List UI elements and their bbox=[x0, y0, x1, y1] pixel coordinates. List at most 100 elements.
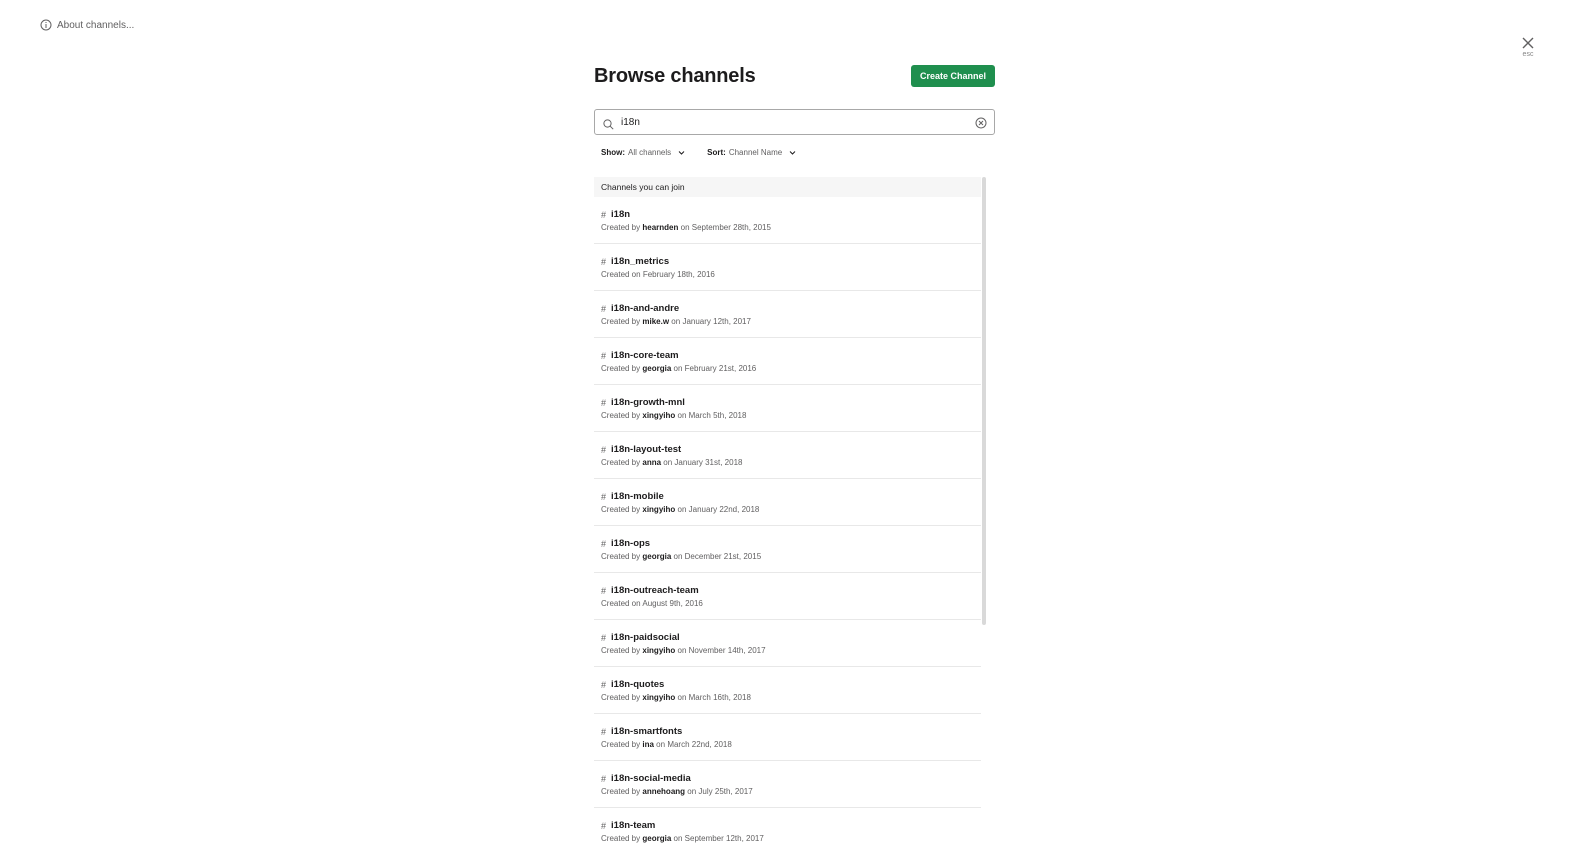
channel-creator: xingyiho bbox=[642, 505, 676, 514]
channel-date: March 5th, 2018 bbox=[688, 411, 747, 420]
show-filter-value: All channels bbox=[628, 147, 672, 157]
channel-meta: Created by georgia on December 21st, 201… bbox=[601, 552, 974, 561]
create-channel-button[interactable]: Create Channel bbox=[910, 65, 995, 87]
channel-date: August 9th, 2016 bbox=[642, 599, 703, 608]
channel-creator: georgia bbox=[642, 552, 672, 561]
channel-creator: georgia bbox=[642, 834, 672, 843]
channel-name: # i18n-outreach-team bbox=[601, 585, 974, 596]
search-input[interactable] bbox=[595, 110, 994, 134]
channel-date: July 25th, 2017 bbox=[698, 787, 753, 796]
channel-row[interactable]: # i18n Created by hearnden on September 28… bbox=[594, 197, 981, 244]
channel-row[interactable]: # i18n-paidsocial Created by xingyiho on N… bbox=[594, 620, 981, 667]
channel-row[interactable]: # i18n-mobile Created by xingyiho on Janua… bbox=[594, 479, 981, 526]
created-on-label: Created on bbox=[601, 599, 641, 608]
channel-list: Channels you can join # i18n Created by he… bbox=[594, 177, 981, 844]
channel-row[interactable]: # i18n-core-team Created by georgia on Feb… bbox=[594, 338, 981, 385]
channel-name: # i18n_metrics bbox=[601, 256, 974, 267]
hash-icon: # bbox=[601, 538, 607, 549]
esc-hint: esc bbox=[1522, 51, 1534, 58]
on-label: on bbox=[673, 552, 683, 561]
hash-icon: # bbox=[601, 773, 607, 784]
channel-row[interactable]: # i18n-quotes Created by xingyiho on March… bbox=[594, 667, 981, 714]
channel-row[interactable]: # i18n-ops Created by georgia on December … bbox=[594, 526, 981, 573]
search-box bbox=[594, 109, 995, 135]
channel-creator: hearnden bbox=[642, 223, 679, 232]
channel-name: # i18n-paidsocial bbox=[601, 632, 974, 643]
channel-creator: annehoang bbox=[642, 787, 686, 796]
created-by-label: Created by bbox=[601, 693, 641, 702]
channel-creator: mike.w bbox=[642, 317, 670, 326]
channel-date: March 16th, 2018 bbox=[688, 693, 751, 702]
channel-name: # i18n-core-team bbox=[601, 350, 974, 361]
channel-row[interactable]: # i18n-growth-mnl Created by xingyiho on M… bbox=[594, 385, 981, 432]
scrollbar[interactable] bbox=[982, 177, 986, 625]
channel-name-text: i18n-ops bbox=[611, 538, 651, 549]
channel-meta: Created by mike.w on January 12th, 2017 bbox=[601, 317, 974, 326]
channel-row[interactable]: # i18n_metrics Created on February 18th, 2… bbox=[594, 244, 981, 291]
channel-name: # i18n bbox=[601, 209, 974, 220]
channel-date: September 12th, 2017 bbox=[684, 834, 764, 843]
hash-icon: # bbox=[601, 585, 607, 596]
info-icon bbox=[40, 19, 52, 31]
channel-row[interactable]: # i18n-social-media Created by annehoang o… bbox=[594, 761, 981, 808]
sort-dropdown[interactable]: Sort: Channel Name bbox=[707, 148, 796, 157]
hash-icon: # bbox=[601, 491, 607, 502]
created-by-label: Created by bbox=[601, 458, 641, 467]
channel-meta: Created by annehoang on July 25th, 2017 bbox=[601, 787, 974, 796]
close-icon bbox=[1520, 35, 1536, 51]
on-label: on bbox=[677, 693, 687, 702]
channel-name-text: i18n-paidsocial bbox=[611, 632, 680, 643]
channel-row[interactable]: # i18n-smartfonts Created by ina on March … bbox=[594, 714, 981, 761]
channel-date: February 21st, 2016 bbox=[684, 364, 757, 373]
sort-value: Channel Name bbox=[728, 147, 783, 157]
show-filter-dropdown[interactable]: Show: All channels bbox=[601, 148, 685, 157]
on-label: on bbox=[663, 458, 673, 467]
created-by-label: Created by bbox=[601, 552, 641, 561]
on-label: on bbox=[687, 787, 697, 796]
created-by-label: Created by bbox=[601, 834, 641, 843]
channel-row[interactable]: # i18n-outreach-team Created on August 9th… bbox=[594, 573, 981, 620]
channel-name-text: i18n-outreach-team bbox=[611, 585, 699, 596]
on-label: on bbox=[677, 505, 687, 514]
channel-creator: xingyiho bbox=[642, 646, 676, 655]
close-button[interactable]: esc bbox=[1516, 35, 1540, 59]
created-by-label: Created by bbox=[601, 740, 641, 749]
channel-name-text: i18n_metrics bbox=[611, 256, 670, 267]
channel-row[interactable]: # i18n-and-andre Created by mike.w on Janu… bbox=[594, 291, 981, 338]
created-on-label: Created on bbox=[601, 270, 641, 279]
channel-list-container: Channels you can join # i18n Created by he… bbox=[594, 177, 995, 844]
channel-name: # i18n-smartfonts bbox=[601, 726, 974, 737]
channel-meta: Created on February 18th, 2016 bbox=[601, 270, 974, 279]
channel-row[interactable]: # i18n-team Created by georgia on Septembe… bbox=[594, 808, 981, 844]
main-panel: Browse channels Create Channel Show: All… bbox=[594, 62, 995, 844]
hash-icon: # bbox=[601, 209, 607, 220]
page-title: Browse channels bbox=[594, 64, 756, 87]
hash-icon: # bbox=[601, 397, 607, 408]
channel-row[interactable]: # i18n-layout-test Created by anna on Janu… bbox=[594, 432, 981, 479]
hash-icon: # bbox=[601, 726, 607, 737]
hash-icon: # bbox=[601, 303, 607, 314]
channel-name: # i18n-social-media bbox=[601, 773, 974, 784]
hash-icon: # bbox=[601, 679, 607, 690]
on-label: on bbox=[677, 411, 687, 420]
hash-icon: # bbox=[601, 350, 607, 361]
about-channels-label: About channels... bbox=[57, 19, 135, 31]
about-channels-link[interactable]: About channels... bbox=[40, 19, 134, 31]
on-label: on bbox=[671, 317, 681, 326]
hash-icon: # bbox=[601, 256, 607, 267]
channel-creator: xingyiho bbox=[642, 411, 676, 420]
clear-search-icon[interactable] bbox=[975, 116, 987, 129]
browse-channels-page: About channels... esc Browse channels Cr… bbox=[0, 0, 1583, 844]
channel-date: September 28th, 2015 bbox=[691, 223, 771, 232]
channel-name: # i18n-quotes bbox=[601, 679, 974, 690]
channel-meta: Created by xingyiho on January 22nd, 201… bbox=[601, 505, 974, 514]
channel-name-text: i18n-mobile bbox=[611, 491, 664, 502]
chevron-down-icon bbox=[789, 149, 796, 156]
on-label: on bbox=[673, 834, 683, 843]
channel-date: November 14th, 2017 bbox=[688, 646, 766, 655]
channel-name: # i18n-team bbox=[601, 820, 974, 831]
channel-date: December 21st, 2015 bbox=[684, 552, 762, 561]
channel-meta: Created by xingyiho on November 14th, 20… bbox=[601, 646, 974, 655]
hash-icon: # bbox=[601, 632, 607, 643]
channel-creator: georgia bbox=[642, 364, 672, 373]
